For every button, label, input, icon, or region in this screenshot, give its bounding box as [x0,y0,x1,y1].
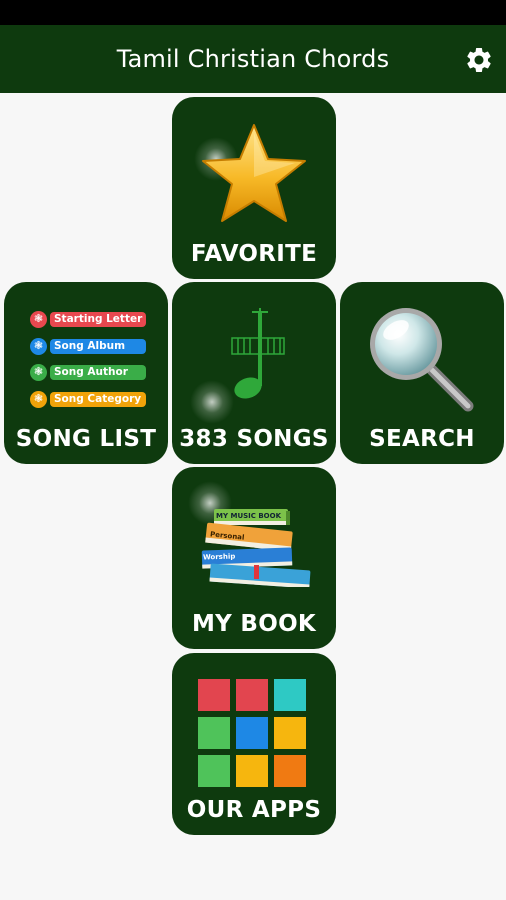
music-note-icon [231,308,285,399]
glow-decoration [190,380,234,424]
search-tile[interactable]: SEARCH [340,282,504,464]
search-label: SEARCH [369,426,475,452]
favorite-label: FAVORITE [190,241,318,267]
song-list-tile[interactable]: ❃ Starting Letter ❃ Song Album ❃ Song Au… [4,282,168,464]
our-apps-tile[interactable]: OUR APPS [172,653,336,835]
list-item-song-author: ❃ Song Author [30,364,146,381]
app-square [274,717,306,749]
list-item-song-category: ❃ Song Category [30,391,146,408]
apps-grid-icon [198,679,310,787]
bullet-icon: ❃ [30,338,47,355]
list-item-label: Starting Letter [50,312,146,327]
list-item-label: Song Author [50,365,146,380]
app-bar: Tamil Christian Chords [0,25,506,93]
app-square [198,717,230,749]
app-title: Tamil Christian Chords [116,45,390,73]
book-title-3: Worship [202,552,236,562]
book-title-1: MY MUSIC BOOK [216,512,282,520]
app-square [236,755,268,787]
gear-icon[interactable] [464,45,494,75]
star-icon [202,124,306,222]
app-square [274,679,306,711]
list-item-song-album: ❃ Song Album [30,338,146,355]
app-square [236,679,268,711]
songs-tile[interactable]: 383 SONGS [172,282,336,464]
list-item-label: Song Category [50,392,146,407]
our-apps-label: OUR APPS [186,797,322,823]
list-item-label: Song Album [50,339,146,354]
app-square [198,679,230,711]
my-book-tile[interactable]: MY MUSIC BOOK Personal Worship MY BOOK [172,467,336,649]
app-square [236,717,268,749]
magnifier-icon [370,308,474,412]
favorite-tile[interactable]: FAVORITE [172,97,336,279]
bullet-icon: ❃ [30,391,47,408]
app-square [274,755,306,787]
app-square [198,755,230,787]
list-item-starting-letter: ❃ Starting Letter [30,311,146,328]
song-list-label: SONG LIST [15,426,157,452]
my-book-label: MY BOOK [191,611,317,637]
bullet-icon: ❃ [30,364,47,381]
bullet-icon: ❃ [30,311,47,328]
songs-count-label: 383 SONGS [179,426,329,452]
status-bar [0,0,506,25]
